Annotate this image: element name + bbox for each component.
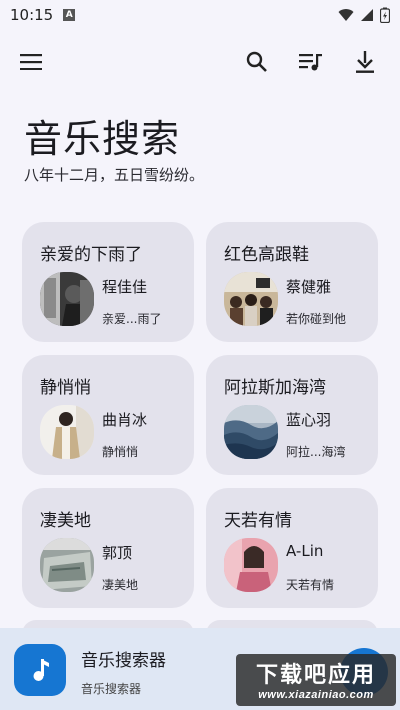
top-app-bar [0, 44, 400, 80]
hamburger-menu-icon [20, 54, 42, 70]
download-button[interactable] [350, 47, 380, 77]
song-title: 天若有情 [224, 511, 292, 531]
album-cover-image [40, 405, 94, 459]
search-button[interactable] [242, 47, 272, 77]
song-description: 凄美地 [102, 578, 139, 592]
song-description: 静悄悄 [102, 445, 139, 459]
download-icon [356, 51, 374, 73]
song-description: 亲爱...雨了 [102, 312, 162, 326]
music-note-icon [33, 659, 49, 681]
search-icon [246, 51, 267, 72]
status-time: 10:15 [10, 6, 54, 24]
album-cover-image [224, 272, 278, 326]
song-title: 静悄悄 [40, 378, 91, 398]
song-artist: 曲肖冰 [102, 411, 148, 429]
song-title: 凄美地 [40, 511, 91, 531]
watermark-url: www.xiazainiao.com [258, 689, 374, 701]
song-card[interactable]: 天若有情 A-Lin 天若有情 [206, 488, 378, 608]
signal-icon [361, 9, 373, 21]
app-icon [14, 644, 66, 696]
song-artist: 程佳佳 [102, 278, 148, 296]
menu-button[interactable] [16, 47, 46, 77]
now-playing-title: 音乐搜索器 [81, 651, 166, 671]
status-icons [338, 7, 390, 23]
song-artist: A-Lin [286, 542, 324, 560]
page-title: 音乐搜索 [24, 117, 181, 161]
status-bar: 10:15 A [0, 0, 400, 30]
status-indicator-icon: A [63, 9, 76, 21]
wifi-icon [338, 9, 354, 21]
album-cover-image [224, 405, 278, 459]
album-cover-image [40, 272, 94, 326]
song-artist: 郭顶 [102, 544, 133, 562]
song-title: 亲爱的下雨了 [40, 245, 142, 265]
watermark-logo: 下载吧应用 www.xiazainiao.com [236, 654, 396, 706]
song-card[interactable]: 阿拉斯加海湾 蓝心羽 阿拉...海湾 [206, 355, 378, 475]
queue-music-icon [299, 54, 322, 71]
song-title: 阿拉斯加海湾 [224, 378, 326, 398]
page-subtitle: 八年十二月，五日雪纷纷。 [24, 166, 205, 184]
song-description: 阿拉...海湾 [286, 445, 346, 459]
now-playing-subtitle: 音乐搜索器 [81, 682, 142, 696]
song-card[interactable]: 凄美地 郭顶 凄美地 [22, 488, 194, 608]
album-cover-image [40, 538, 94, 592]
watermark-text: 下载吧应用 [255, 663, 376, 688]
song-artist: 蓝心羽 [286, 411, 332, 429]
battery-charging-icon [380, 7, 390, 23]
song-card[interactable]: 静悄悄 曲肖冰 静悄悄 [22, 355, 194, 475]
song-description: 若你碰到他 [286, 312, 347, 326]
album-cover-image [224, 538, 278, 592]
queue-music-button[interactable] [296, 47, 326, 77]
song-card[interactable]: 红色高跟鞋 蔡健雅 若你碰到他 [206, 222, 378, 342]
song-artist: 蔡健雅 [286, 278, 332, 296]
song-card[interactable]: 亲爱的下雨了 程佳佳 亲爱...雨了 [22, 222, 194, 342]
song-title: 红色高跟鞋 [224, 245, 309, 265]
song-description: 天若有情 [286, 578, 335, 592]
